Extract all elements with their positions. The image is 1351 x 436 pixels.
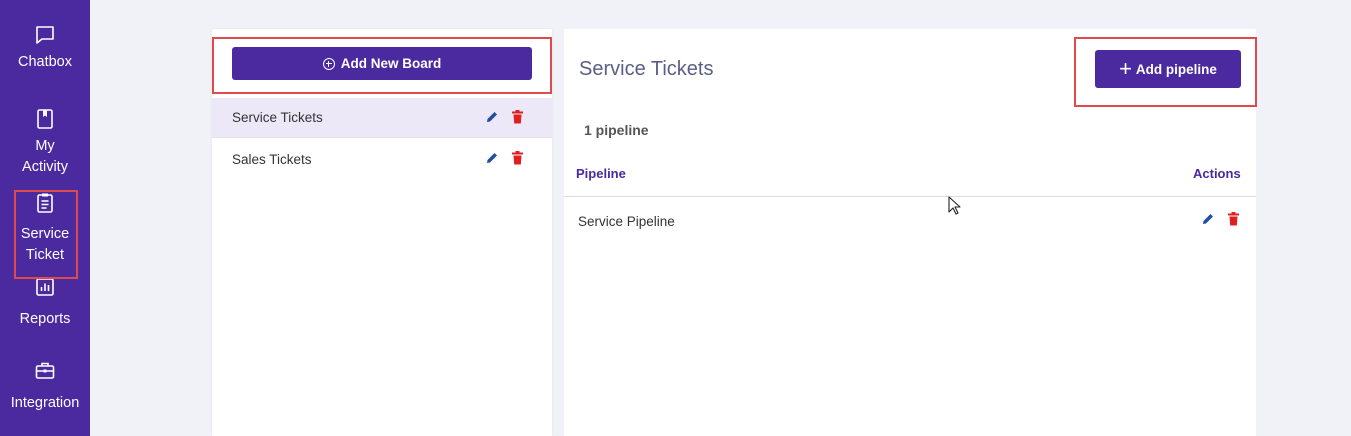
delete-icon[interactable] — [1227, 212, 1240, 226]
highlight-add-pipeline — [1074, 37, 1257, 107]
highlight-add-board — [212, 37, 552, 94]
notebook-icon — [34, 108, 56, 130]
edit-icon[interactable] — [485, 110, 499, 124]
nav-my-activity[interactable]: My Activity — [0, 108, 90, 178]
board-item-service-tickets[interactable]: Service Tickets — [212, 98, 552, 138]
mouse-cursor-icon — [948, 196, 962, 216]
highlight-service-ticket — [14, 190, 78, 279]
table-row-actions — [1201, 212, 1240, 226]
nav-integration-label: Integration — [10, 395, 80, 411]
delete-icon[interactable] — [511, 110, 524, 124]
nav-reports[interactable]: Reports — [0, 276, 90, 330]
table-divider — [564, 196, 1256, 197]
table-row-pipeline-name: Service Pipeline — [578, 214, 675, 229]
edit-icon[interactable] — [485, 151, 499, 165]
board-item-label: Sales Tickets — [232, 151, 312, 167]
bar-chart-icon — [34, 276, 56, 298]
column-header-pipeline: Pipeline — [576, 166, 626, 181]
page-title: Service Tickets — [579, 58, 714, 80]
nav-chatbox-label: Chatbox — [17, 54, 72, 70]
board-item-label: Service Tickets — [232, 110, 323, 125]
toolbox-icon — [34, 360, 56, 382]
nav-reports-label: Reports — [19, 311, 71, 327]
chat-icon — [34, 24, 56, 46]
board-item-sales-tickets[interactable]: Sales Tickets — [212, 139, 552, 179]
nav-integration[interactable]: Integration — [0, 360, 90, 414]
pipeline-count: 1 pipeline — [584, 122, 649, 138]
delete-icon[interactable] — [511, 151, 524, 165]
nav-my-activity-label: My Activity — [22, 138, 68, 175]
column-header-actions: Actions — [1193, 166, 1241, 181]
edit-icon[interactable] — [1201, 212, 1215, 226]
nav-chatbox[interactable]: Chatbox — [0, 24, 90, 73]
